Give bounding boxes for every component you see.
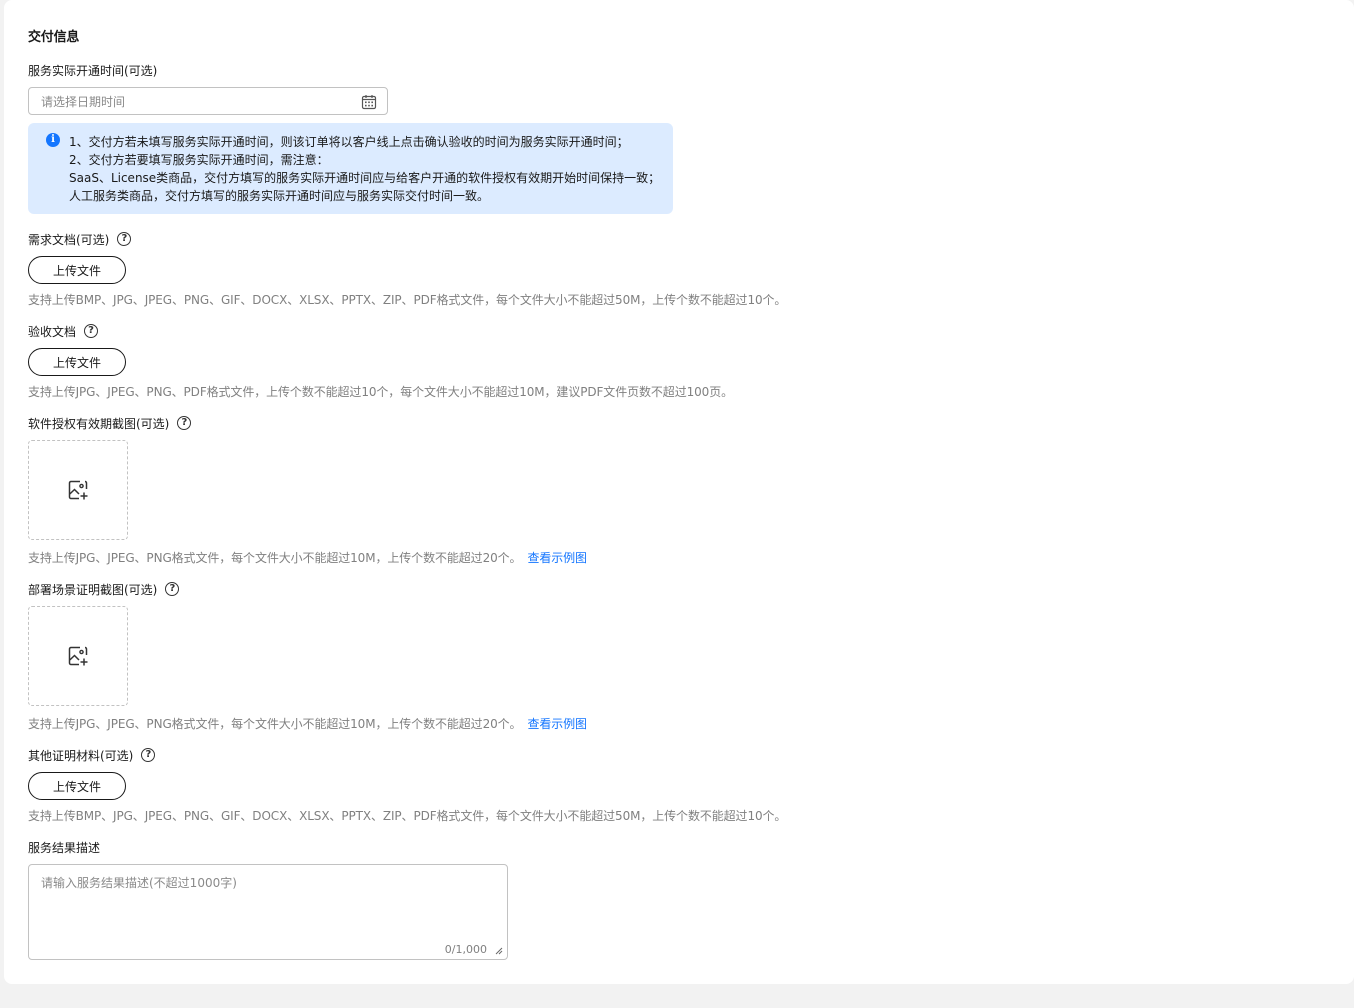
license-example-link[interactable]: 查看示例图 bbox=[527, 551, 587, 565]
help-circle-icon[interactable]: ? bbox=[177, 416, 192, 430]
deploy-screenshot-hint-text: 支持上传JPG、JPEG、PNG格式文件，每个文件大小不能超过10M，上传个数不… bbox=[28, 717, 522, 731]
notice-line: SaaS、License类商品，交付方填写的服务实际开通时间应与给客户开通的软件… bbox=[69, 171, 661, 185]
license-screenshot-label-text: 软件授权有效期截图(可选) bbox=[28, 416, 170, 431]
notice-line: 人工服务类商品，交付方填写的服务实际开通时间应与服务实际交付时间一致。 bbox=[69, 189, 490, 203]
notice-line: 2、交付方若要填写服务实际开通时间，需注意： bbox=[69, 153, 329, 167]
deploy-screenshot-label: 部署场景证明截图(可选) ? bbox=[28, 581, 180, 597]
resize-handle-icon[interactable] bbox=[494, 946, 503, 955]
acceptance-doc-upload-button[interactable]: 上传文件 bbox=[28, 348, 126, 376]
service-start-input[interactable] bbox=[41, 93, 341, 110]
notice-line: 1、交付方若未填写服务实际开通时间，则该订单将以客户线上点击确认验收的时间为服务… bbox=[69, 135, 629, 149]
result-desc-textarea[interactable] bbox=[41, 874, 497, 940]
notice-lines: 1、交付方若未填写服务实际开通时间，则该订单将以客户线上点击确认验收的时间为服务… bbox=[69, 133, 660, 205]
deploy-screenshot-hint: 支持上传JPG、JPEG、PNG格式文件，每个文件大小不能超过10M，上传个数不… bbox=[28, 715, 587, 732]
license-screenshot-label: 软件授权有效期截图(可选) ? bbox=[28, 415, 192, 431]
other-material-label-text: 其他证明材料(可选) bbox=[28, 748, 134, 763]
license-screenshot-hint: 支持上传JPG、JPEG、PNG格式文件，每个文件大小不能超过10M，上传个数不… bbox=[28, 549, 587, 566]
acceptance-doc-hint: 支持上传JPG、JPEG、PNG、PDF格式文件，上传个数不能超过10个，每个文… bbox=[28, 385, 734, 399]
deploy-example-link[interactable]: 查看示例图 bbox=[527, 717, 587, 731]
acceptance-doc-label-text: 验收文档 bbox=[28, 324, 77, 339]
image-add-icon bbox=[68, 480, 88, 500]
requirement-doc-label: 需求文档(可选) ? bbox=[28, 231, 132, 247]
requirement-doc-hint: 支持上传BMP、JPG、JPEG、PNG、GIF、DOCX、XLSX、PPTX、… bbox=[28, 293, 787, 307]
service-start-notice: i 1、交付方若未填写服务实际开通时间，则该订单将以客户线上点击确认验收的时间为… bbox=[28, 123, 673, 214]
help-circle-icon[interactable]: ? bbox=[141, 748, 156, 762]
license-screenshot-upload[interactable] bbox=[28, 440, 128, 540]
char-counter: 0/1,000 bbox=[444, 943, 487, 956]
other-material-hint: 支持上传BMP、JPG、JPEG、PNG、GIF、DOCX、XLSX、PPTX、… bbox=[28, 809, 787, 823]
requirement-doc-upload-button[interactable]: 上传文件 bbox=[28, 256, 126, 284]
calendar-icon[interactable] bbox=[361, 94, 377, 110]
help-circle-icon[interactable]: ? bbox=[165, 582, 180, 596]
delivery-info-card: 交付信息 服务实际开通时间(可选) i 1、交付方 bbox=[4, 0, 1354, 984]
service-start-label: 服务实际开通时间(可选) bbox=[28, 62, 157, 78]
other-material-upload-button[interactable]: 上传文件 bbox=[28, 772, 126, 800]
section-title: 交付信息 bbox=[28, 30, 80, 45]
image-add-icon bbox=[68, 646, 88, 666]
requirement-doc-label-text: 需求文档(可选) bbox=[28, 232, 110, 247]
result-desc-label: 服务结果描述 bbox=[28, 839, 100, 855]
service-start-datetime-picker[interactable] bbox=[28, 87, 388, 115]
help-circle-icon[interactable]: ? bbox=[117, 232, 132, 246]
deploy-screenshot-upload[interactable] bbox=[28, 606, 128, 706]
service-start-label-text: 服务实际开通时间(可选) bbox=[28, 63, 158, 78]
result-desc-label-text: 服务结果描述 bbox=[28, 840, 101, 855]
help-circle-icon[interactable]: ? bbox=[84, 324, 99, 338]
license-screenshot-hint-text: 支持上传JPG、JPEG、PNG格式文件，每个文件大小不能超过10M，上传个数不… bbox=[28, 551, 522, 565]
info-icon: i bbox=[46, 133, 60, 147]
other-material-label: 其他证明材料(可选) ? bbox=[28, 747, 156, 763]
deploy-screenshot-label-text: 部署场景证明截图(可选) bbox=[28, 582, 158, 597]
acceptance-doc-label: 验收文档 ? bbox=[28, 323, 99, 339]
result-desc-field[interactable]: 0/1,000 bbox=[28, 864, 508, 960]
